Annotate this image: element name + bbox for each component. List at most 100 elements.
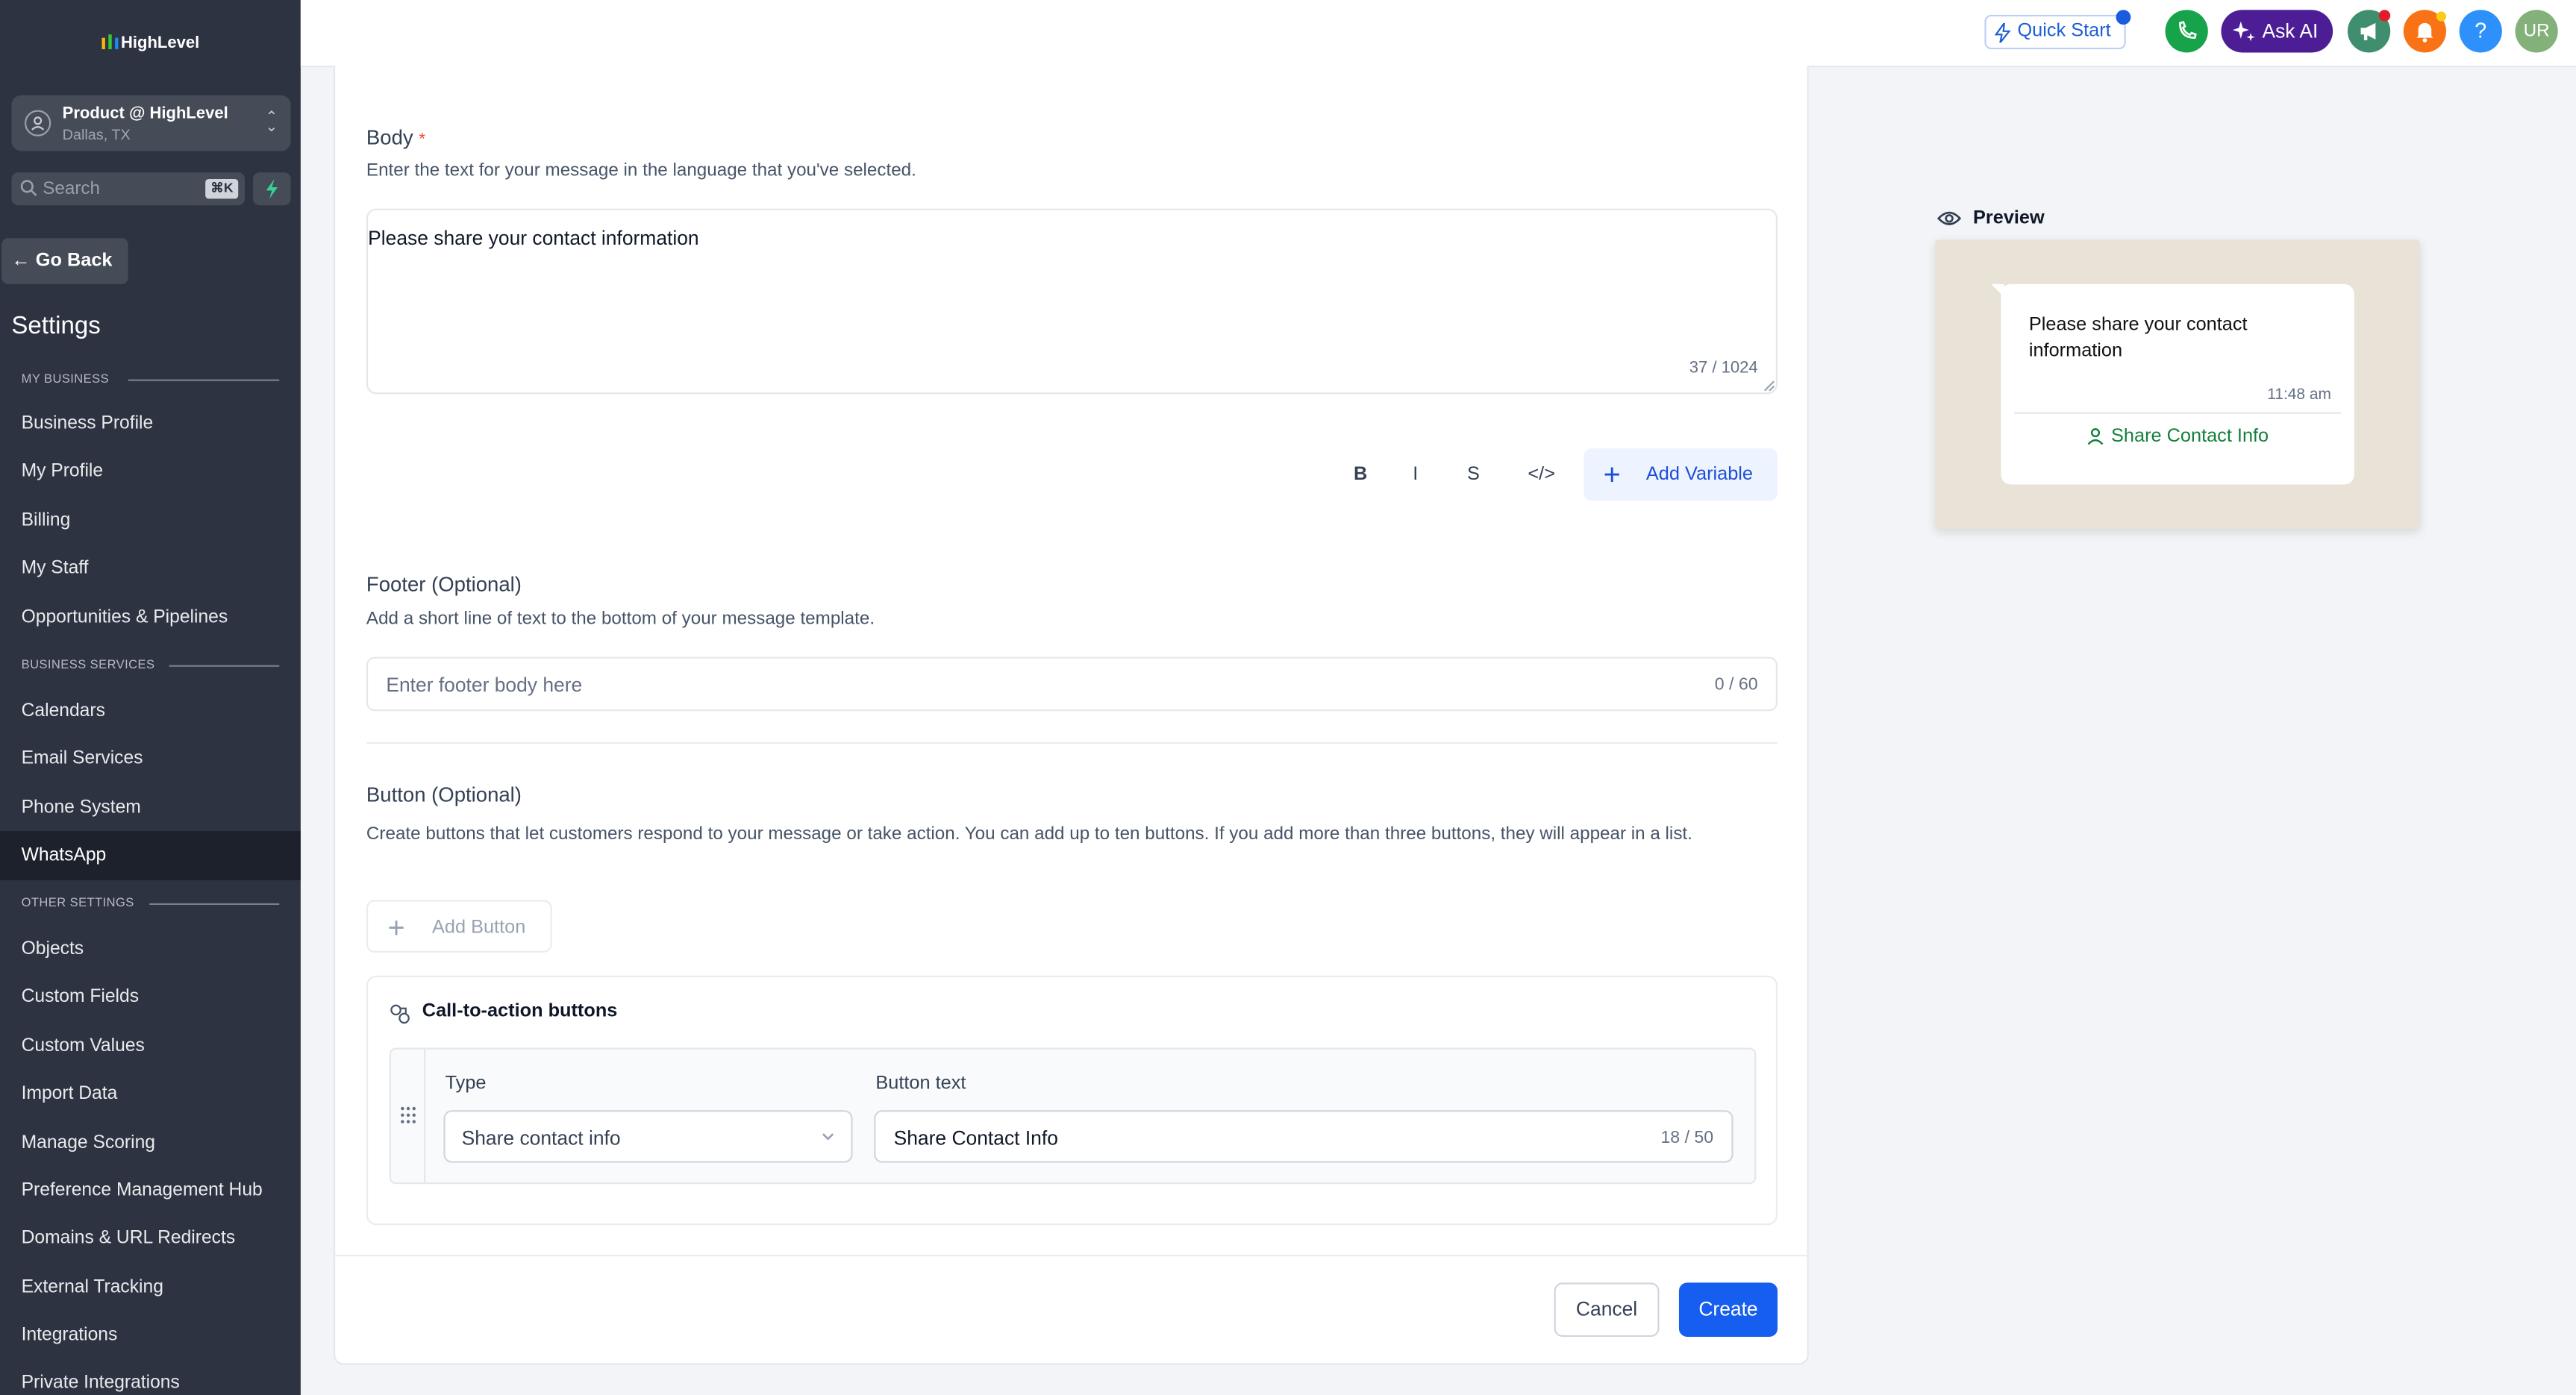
- section-my-business: MY BUSINESS: [22, 372, 284, 386]
- quick-action-button[interactable]: [253, 172, 291, 206]
- preview-button-label: Share Contact Info: [2111, 427, 2269, 447]
- go-back-label: Go Back: [35, 251, 113, 272]
- type-label: Type: [445, 1073, 487, 1094]
- footer-placeholder: Enter footer body here: [386, 673, 583, 697]
- footer-counter: 0 / 60: [1714, 674, 1758, 695]
- search-icon: [20, 180, 37, 196]
- account-switcher[interactable]: Product @ HighLevel Dallas, TX ⌃ ⌄: [11, 95, 291, 151]
- sidebar-item-integrations[interactable]: Integrations: [22, 1326, 118, 1345]
- sidebar-item-business-profile[interactable]: Business Profile: [22, 414, 154, 433]
- sidebar-item-billing[interactable]: Billing: [22, 511, 71, 530]
- code-button[interactable]: </>: [1528, 465, 1555, 484]
- button-section-description: Create buttons that let customers respon…: [366, 824, 1692, 844]
- notification-dot: [2378, 10, 2391, 22]
- sidebar-item-whatsapp[interactable]: WhatsApp: [0, 830, 301, 881]
- sidebar-item-domains-url-redirects[interactable]: Domains & URL Redirects: [22, 1229, 236, 1248]
- body-textarea[interactable]: Please share your contact information 37…: [366, 208, 1778, 395]
- button-section-label: Button (Optional): [366, 783, 522, 806]
- sidebar: HighLevel Product @ HighLevel Dallas, TX…: [0, 0, 301, 1395]
- sidebar-item-objects[interactable]: Objects: [22, 939, 84, 959]
- type-select-value: Share contact info: [461, 1126, 621, 1150]
- drag-handle-icon[interactable]: [391, 1049, 426, 1183]
- search-placeholder: Search: [43, 178, 100, 199]
- divider: [2014, 412, 2342, 414]
- sidebar-item-calendars[interactable]: Calendars: [22, 701, 105, 721]
- body-description: Enter the text for your message in the l…: [366, 160, 916, 181]
- button-text-input[interactable]: Share Contact Info 18 / 50: [874, 1110, 1734, 1163]
- account-location: Dallas, TX: [62, 126, 131, 143]
- search-shortcut: ⌘K: [205, 178, 239, 199]
- cancel-button[interactable]: Cancel: [1554, 1282, 1660, 1338]
- sparkles-icon: [2232, 21, 2255, 42]
- highlevel-logo[interactable]: HighLevel: [0, 33, 301, 52]
- body-counter: 37 / 1024: [1689, 360, 1758, 378]
- plus-icon: +: [387, 911, 405, 944]
- footer-input[interactable]: Enter footer body here 0 / 60: [366, 656, 1778, 712]
- chevron-down-icon: [822, 1133, 834, 1141]
- sidebar-item-external-tracking[interactable]: External Tracking: [22, 1278, 163, 1297]
- phone-button[interactable]: [2165, 10, 2208, 53]
- eye-icon: [1936, 211, 1962, 225]
- button-text-value: Share Contact Info: [893, 1126, 1058, 1150]
- sidebar-item-preference-management-hub[interactable]: Preference Management Hub: [22, 1181, 263, 1200]
- sidebar-item-email-services[interactable]: Email Services: [22, 749, 143, 768]
- user-avatar[interactable]: UR: [2515, 10, 2558, 53]
- sidebar-item-custom-fields[interactable]: Custom Fields: [22, 987, 139, 1006]
- bubble-tail: [1991, 283, 2004, 298]
- quick-start-button[interactable]: Quick Start: [1984, 10, 2131, 50]
- notification-dot: [2116, 10, 2131, 25]
- footer-label: Footer (Optional): [366, 573, 522, 597]
- logo-icon: [101, 34, 118, 50]
- sidebar-item-custom-values[interactable]: Custom Values: [22, 1036, 145, 1056]
- italic-button[interactable]: I: [1413, 465, 1418, 484]
- notifications-button[interactable]: [2403, 10, 2447, 53]
- add-button-label: Add Button: [431, 918, 526, 938]
- chevron-up-down-icon: ⌃ ⌄: [265, 108, 278, 135]
- search-box[interactable]: Search ⌘K: [11, 172, 246, 206]
- lightning-icon: [266, 178, 278, 199]
- template-form-card: Body * Enter the text for your message i…: [333, 66, 1811, 1365]
- sidebar-item-import-data[interactable]: Import Data: [22, 1084, 118, 1103]
- divider: [366, 742, 1778, 744]
- help-button[interactable]: ?: [2459, 10, 2502, 53]
- type-select[interactable]: Share contact info: [443, 1110, 853, 1163]
- whatsapp-preview: Please share your contact information 11…: [1935, 239, 2420, 529]
- ask-ai-button[interactable]: Ask AI: [2221, 10, 2333, 53]
- sidebar-item-my-staff[interactable]: My Staff: [22, 559, 89, 578]
- divider: [335, 1254, 1811, 1257]
- cta-group-title: Call-to-action buttons: [422, 1001, 618, 1022]
- resize-handle-icon[interactable]: [1764, 380, 1775, 391]
- phone-icon: [2179, 21, 2197, 39]
- arrow-left-icon: ←: [11, 251, 36, 272]
- preview-message: Please share your contact information: [2028, 315, 2248, 362]
- preview-time: 11:48 am: [2267, 386, 2331, 404]
- sidebar-item-my-profile[interactable]: My Profile: [22, 462, 103, 481]
- footer-description: Add a short line of text to the bottom o…: [366, 609, 875, 630]
- notification-dot: [2436, 11, 2447, 22]
- strikethrough-button[interactable]: S: [1467, 465, 1480, 484]
- call-to-action-group: Call-to-action buttons Type Button text …: [366, 975, 1778, 1226]
- announcements-button[interactable]: [2347, 10, 2391, 53]
- body-text: Please share your contact information: [368, 226, 699, 250]
- account-name: Product @ HighLevel: [62, 104, 228, 124]
- lightning-icon: [1994, 22, 2011, 43]
- required-mark: *: [419, 131, 425, 150]
- sidebar-item-opportunities-pipelines[interactable]: Opportunities & Pipelines: [22, 608, 228, 627]
- add-variable-button[interactable]: + Add Variable: [1584, 448, 1778, 501]
- add-button-button[interactable]: + Add Button: [366, 900, 552, 953]
- add-variable-label: Add Variable: [1645, 465, 1754, 485]
- ask-ai-label: Ask AI: [2262, 19, 2319, 43]
- body-label: Body *: [366, 126, 425, 150]
- button-text-counter: 18 / 50: [1660, 1128, 1714, 1148]
- sidebar-item-private-integrations[interactable]: Private Integrations: [22, 1373, 180, 1392]
- preview-share-contact-button: Share Contact Info: [2001, 427, 2354, 447]
- sidebar-item-phone-system[interactable]: Phone System: [22, 798, 141, 818]
- settings-title: Settings: [11, 312, 101, 340]
- go-back-button[interactable]: ← Go Back: [1, 238, 128, 284]
- sidebar-item-manage-scoring[interactable]: Manage Scoring: [22, 1133, 155, 1153]
- bold-button[interactable]: B: [1354, 465, 1367, 484]
- message-bubble: Please share your contact information 11…: [1991, 283, 2354, 485]
- create-button[interactable]: Create: [1678, 1282, 1778, 1338]
- plus-icon: +: [1603, 458, 1621, 492]
- logo-text: HighLevel: [121, 34, 200, 53]
